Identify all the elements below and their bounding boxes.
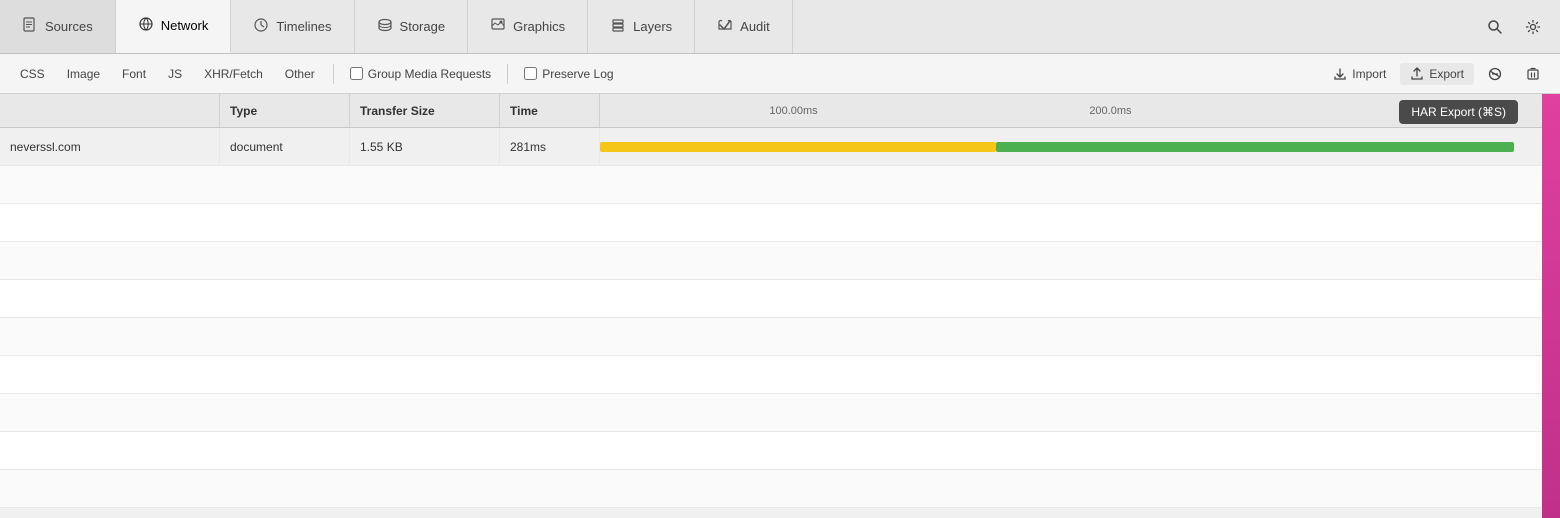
col-time[interactable]: Time	[500, 94, 600, 127]
empty-row-3	[0, 242, 1542, 280]
filter-bar: CSS Image Font JS XHR/Fetch Other Group …	[0, 54, 1560, 94]
tab-timelines[interactable]: Timelines	[231, 0, 354, 53]
empty-row-6	[0, 356, 1542, 394]
filter-xhr[interactable]: XHR/Fetch	[194, 64, 273, 84]
export-button[interactable]: Export	[1400, 63, 1474, 85]
right-accent	[1542, 94, 1560, 518]
tab-sources[interactable]: Sources	[0, 0, 116, 53]
timeline-bars	[600, 140, 1542, 154]
preserve-log-input[interactable]	[524, 67, 537, 80]
import-label: Import	[1352, 67, 1386, 81]
table-header: Type Transfer Size Time 100.00ms 200.0ms	[0, 94, 1542, 128]
network-icon	[138, 16, 154, 36]
filter-other[interactable]: Other	[275, 64, 325, 84]
filter-separator-1	[333, 64, 334, 84]
settings-button[interactable]	[1516, 10, 1550, 44]
empty-row-5	[0, 318, 1542, 356]
col-name[interactable]	[0, 94, 220, 127]
table-body: neverssl.com document 1.55 KB 281ms	[0, 128, 1542, 518]
cell-timeline	[600, 128, 1542, 165]
tab-bar: Sources Network Timelines	[0, 0, 1560, 54]
import-button[interactable]: Import	[1323, 63, 1396, 85]
filter-separator-2	[507, 64, 508, 84]
group-media-label: Group Media Requests	[368, 67, 491, 81]
clear-button[interactable]	[1516, 57, 1550, 91]
tab-storage[interactable]: Storage	[355, 0, 469, 53]
cell-name: neverssl.com	[0, 128, 220, 165]
tab-network-label: Network	[161, 18, 209, 33]
tab-actions	[1468, 0, 1560, 53]
filter-js[interactable]: JS	[158, 64, 192, 84]
empty-row-1	[0, 166, 1542, 204]
col-type[interactable]: Type	[220, 94, 350, 127]
export-label: Export	[1429, 67, 1464, 81]
col-size[interactable]: Transfer Size	[350, 94, 500, 127]
table-row[interactable]: neverssl.com document 1.55 KB 281ms	[0, 128, 1542, 166]
preserve-log-label: Preserve Log	[542, 67, 613, 81]
tab-layers[interactable]: Layers	[588, 0, 695, 53]
bar-waiting	[600, 142, 996, 152]
graphics-icon	[490, 17, 506, 37]
storage-icon	[377, 17, 393, 37]
filter-image[interactable]: Image	[57, 64, 110, 84]
tab-graphics-label: Graphics	[513, 19, 565, 34]
tick-200ms: 200.0ms	[1089, 105, 1131, 117]
tab-audit[interactable]: Audit	[695, 0, 793, 53]
tab-graphics[interactable]: Graphics	[468, 0, 588, 53]
tab-audit-label: Audit	[740, 19, 770, 34]
layers-icon	[610, 17, 626, 37]
cell-size: 1.55 KB	[350, 128, 500, 165]
cell-time: 281ms	[500, 128, 600, 165]
tab-timelines-label: Timelines	[276, 19, 331, 34]
filter-css[interactable]: CSS	[10, 64, 55, 84]
audit-icon	[717, 17, 733, 37]
empty-row-7	[0, 394, 1542, 432]
search-button[interactable]	[1478, 10, 1512, 44]
filter-icon-button[interactable]	[1478, 57, 1512, 91]
empty-row-8	[0, 432, 1542, 470]
empty-row-4	[0, 280, 1542, 318]
tick-100ms: 100.00ms	[769, 105, 817, 117]
preserve-log-checkbox[interactable]: Preserve Log	[516, 64, 621, 84]
filter-actions: Import Export	[1323, 57, 1550, 91]
filter-font[interactable]: Font	[112, 64, 156, 84]
tab-network[interactable]: Network	[116, 0, 232, 53]
empty-row-2	[0, 204, 1542, 242]
empty-row-9	[0, 470, 1542, 508]
group-media-checkbox[interactable]: Group Media Requests	[342, 64, 499, 84]
tab-sources-label: Sources	[45, 19, 93, 34]
sources-icon	[22, 17, 38, 37]
tab-layers-label: Layers	[633, 19, 672, 34]
cell-type: document	[220, 128, 350, 165]
group-media-input[interactable]	[350, 67, 363, 80]
tab-storage-label: Storage	[400, 19, 446, 34]
bar-receiving	[996, 142, 1514, 152]
timelines-icon	[253, 17, 269, 37]
